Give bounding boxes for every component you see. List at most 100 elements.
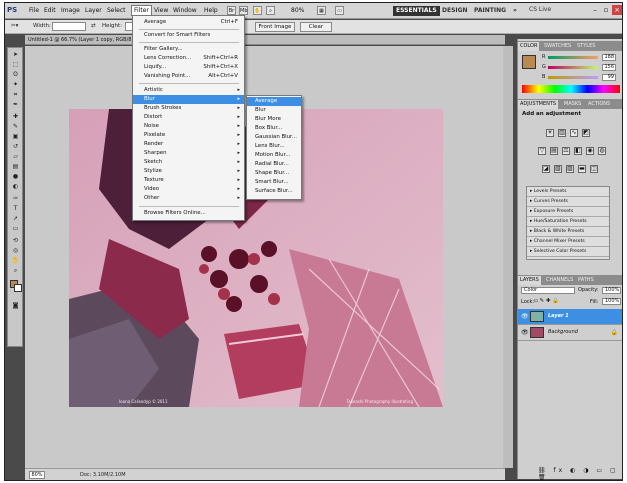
zoom-icon[interactable]: ⌕ — [266, 6, 275, 15]
pen-tool-icon[interactable]: ✑ — [11, 195, 20, 202]
gradient-map-icon[interactable]: ▬ — [578, 165, 586, 173]
workspace-painting[interactable]: PAINTING — [471, 6, 509, 16]
vertical-scrollbar[interactable] — [503, 46, 513, 468]
preset-black-white[interactable]: ▸ Black & White Presets — [527, 227, 609, 237]
menu-view[interactable]: View — [154, 7, 168, 14]
menu-item-filter-gallery[interactable]: Filter Gallery... — [133, 45, 244, 54]
shape-tool-icon[interactable]: ▭ — [11, 225, 20, 232]
black-white-icon[interactable]: ◧ — [574, 147, 582, 155]
curves-icon[interactable]: ∿ — [570, 129, 578, 137]
eyedropper-tool-icon[interactable]: ✒ — [11, 101, 20, 108]
tab-masks[interactable]: MASKS — [562, 100, 583, 109]
submenu-item-shape-blur[interactable]: Shape Blur... — [247, 169, 301, 178]
menu-item-lens-correction[interactable]: Lens Correction... Shift+Ctrl+R — [133, 54, 244, 63]
submenu-item-gaussian-blur[interactable]: Gaussian Blur... — [247, 133, 301, 142]
slider-green[interactable]: G 156 — [542, 64, 622, 72]
lasso-tool-icon[interactable]: ʘ — [11, 71, 20, 78]
tab-channels[interactable]: CHANNELS — [544, 276, 575, 285]
document-tab[interactable]: Untitled-1 @ 66.7% (Layer 1 copy, RGB/8) — [25, 35, 505, 45]
blend-mode-select[interactable]: Color — [521, 287, 575, 294]
photo-filter-icon[interactable]: ◉ — [586, 147, 594, 155]
menu-item-vanishing-point[interactable]: Vanishing Point... Alt+Ctrl+V — [133, 72, 244, 81]
menu-item-other[interactable]: Other ▸ — [133, 194, 244, 203]
value-b[interactable]: 99 — [602, 74, 616, 81]
history-brush-tool-icon[interactable]: ↺ — [11, 143, 20, 150]
crop-tool-icon[interactable]: ⌗ — [11, 91, 20, 98]
path-select-tool-icon[interactable]: ➚ — [11, 215, 20, 222]
value-g[interactable]: 156 — [602, 64, 616, 71]
type-tool-icon[interactable]: T — [11, 205, 20, 212]
quick-mask-icon[interactable]: ◙ — [11, 302, 20, 309]
close-icon[interactable]: × — [612, 5, 622, 15]
menu-image[interactable]: Image — [61, 7, 80, 14]
swap-icon[interactable]: ⇄ — [91, 23, 96, 29]
quick-select-tool-icon[interactable]: ✦ — [11, 81, 20, 88]
width-input[interactable] — [52, 22, 86, 31]
preset-exposure[interactable]: ▸ Exposure Presets — [527, 207, 609, 217]
brightness-icon[interactable]: ☀ — [546, 129, 554, 137]
menu-file[interactable]: File — [29, 7, 39, 14]
minimize-icon[interactable]: – — [590, 5, 600, 15]
slider-track-b[interactable] — [548, 76, 598, 79]
menu-select[interactable]: Select — [107, 7, 126, 14]
marquee-tool-icon[interactable]: ⬚ — [11, 61, 20, 68]
layer-row-background[interactable]: 👁 Background 🔒 — [518, 325, 622, 341]
cs-live[interactable]: CS Live — [529, 6, 551, 13]
submenu-item-surface-blur[interactable]: Surface Blur... — [247, 187, 301, 196]
tab-swatches[interactable]: SWATCHES — [542, 42, 573, 51]
preset-channel-mixer[interactable]: ▸ Channel Mixer Presets — [527, 237, 609, 247]
preset-hue-saturation[interactable]: ▸ Hue/Saturation Presets — [527, 217, 609, 227]
dodge-tool-icon[interactable]: ◐ — [11, 183, 20, 190]
arrange-icon[interactable]: ▦ — [317, 6, 326, 15]
3d-orbit-tool-icon[interactable]: ◎ — [11, 247, 20, 254]
levels-icon[interactable]: ▥ — [558, 129, 566, 137]
eraser-tool-icon[interactable]: ▱ — [11, 153, 20, 160]
clear-button[interactable]: Clear — [300, 22, 332, 32]
menu-item-pixelate[interactable]: Pixelate ▸ — [133, 131, 244, 140]
stamp-tool-icon[interactable]: ▣ — [11, 133, 20, 140]
hue-saturation-icon[interactable]: ▤ — [550, 147, 558, 155]
foreground-color-chip[interactable] — [522, 55, 536, 69]
brush-tool-icon[interactable]: ✎ — [11, 123, 20, 130]
menu-item-texture[interactable]: Texture ▸ — [133, 176, 244, 185]
color-balance-icon[interactable]: ⚖ — [562, 147, 570, 155]
tab-actions[interactable]: ACTIONS — [586, 100, 612, 109]
submenu-item-smart-blur[interactable]: Smart Blur... — [247, 178, 301, 187]
submenu-item-blur[interactable]: Blur — [247, 106, 301, 115]
menu-help[interactable]: Help — [204, 7, 218, 14]
menu-layer[interactable]: Layer — [85, 7, 102, 14]
submenu-item-radial-blur[interactable]: Radial Blur... — [247, 160, 301, 169]
tab-color[interactable]: COLOR — [518, 42, 540, 51]
zoom-tool-icon[interactable]: ⌕ — [11, 267, 20, 274]
menu-item-brush-strokes[interactable]: Brush Strokes ▸ — [133, 104, 244, 113]
zoom-level-menu[interactable]: 80% — [291, 7, 304, 14]
blur-tool-icon[interactable]: ● — [11, 173, 20, 180]
tab-styles[interactable]: STYLES — [575, 42, 597, 51]
submenu-item-motion-blur[interactable]: Motion Blur... — [247, 151, 301, 160]
hand-icon[interactable]: ✋ — [253, 6, 262, 15]
menu-item-blur[interactable]: Blur ▸ — [133, 95, 244, 104]
front-image-button[interactable]: Front Image — [255, 22, 295, 32]
healing-tool-icon[interactable]: ✚ — [11, 113, 20, 120]
menu-item-convert-smart-filters[interactable]: Convert for Smart Filters — [133, 31, 244, 40]
menu-edit[interactable]: Edit — [44, 7, 56, 14]
tab-layers[interactable]: LAYERS — [518, 276, 541, 285]
preset-curves[interactable]: ▸ Curves Presets — [527, 197, 609, 207]
posterize-icon[interactable]: ▧ — [554, 165, 562, 173]
submenu-item-box-blur[interactable]: Box Blur... — [247, 124, 301, 133]
hand-tool-icon[interactable]: ✋ — [11, 257, 20, 264]
menu-window[interactable]: Window — [173, 7, 197, 14]
lock-icons[interactable]: ▫ ✎ ✚ 🔒 — [534, 298, 559, 304]
menu-item-video[interactable]: Video ▸ — [133, 185, 244, 194]
eye-icon[interactable]: 👁 — [521, 313, 529, 320]
menu-item-sharpen[interactable]: Sharpen ▸ — [133, 149, 244, 158]
workspace-design[interactable]: DESIGN — [439, 6, 471, 16]
menu-item-browse-filters-online[interactable]: Browse Filters Online... — [133, 209, 244, 218]
tab-adjustments[interactable]: ADJUSTMENTS — [518, 100, 559, 109]
selective-color-icon[interactable]: ◫ — [590, 165, 598, 173]
invert-icon[interactable]: ◪ — [542, 165, 550, 173]
move-tool-icon[interactable]: ➤ — [11, 51, 20, 58]
color-spectrum[interactable] — [522, 85, 620, 93]
threshold-icon[interactable]: ▨ — [566, 165, 574, 173]
menu-item-distort[interactable]: Distort ▸ — [133, 113, 244, 122]
